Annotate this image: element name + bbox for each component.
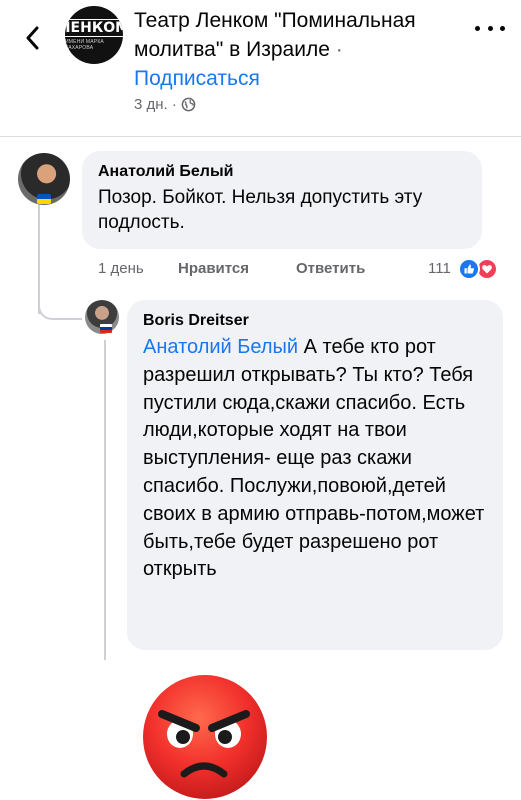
page-logo-subtext: ИМЕНИ МАРКА ЗАХАРОВА bbox=[65, 39, 104, 51]
angry-face-emoji-icon bbox=[143, 675, 267, 799]
page-avatar[interactable]: ЛЕНКОМ ИМЕНИ МАРКА ЗАХАРОВА bbox=[65, 6, 123, 64]
post-title: Театр Ленком "Поминальная молитва" в Изр… bbox=[134, 6, 464, 93]
more-horizontal-icon bbox=[500, 25, 505, 31]
header-divider bbox=[0, 136, 521, 137]
reply-button[interactable]: Ответить bbox=[296, 260, 365, 277]
thread-connector bbox=[38, 298, 82, 320]
russia-flag-icon bbox=[100, 324, 112, 333]
ukraine-flag-icon bbox=[37, 194, 51, 204]
chevron-left-icon bbox=[26, 26, 39, 50]
page-logo-text: ЛЕНКОМ bbox=[65, 19, 123, 37]
more-horizontal-icon bbox=[475, 25, 480, 31]
mention-link[interactable]: Анатолий Белый bbox=[143, 336, 298, 358]
reply-text: А тебе кто рот разрешил открывать? Ты кт… bbox=[143, 336, 485, 581]
like-reaction-icon[interactable] bbox=[458, 258, 480, 280]
back-button[interactable] bbox=[18, 24, 46, 52]
post-header: ЛЕНКОМ ИМЕНИ МАРКА ЗАХАРОВА Театр Ленком… bbox=[0, 0, 521, 136]
more-horizontal-icon bbox=[487, 25, 493, 31]
comment-text: Позор. Бойкот. Нельзя допустить эту подл… bbox=[98, 187, 423, 233]
like-button[interactable]: Нравится bbox=[178, 260, 249, 277]
title-separator: · bbox=[329, 38, 343, 61]
page-name[interactable]: Театр Ленком "Поминальная молитва" в Изр… bbox=[134, 9, 416, 61]
globe-icon bbox=[181, 97, 196, 112]
post-time[interactable]: 3 дн. · bbox=[134, 96, 177, 113]
more-options-button[interactable] bbox=[475, 20, 505, 36]
thread-line bbox=[104, 340, 106, 660]
reaction-count[interactable]: 111 bbox=[428, 260, 451, 277]
reply-bubble: Boris Dreitser Анатолий Белый А тебе кто… bbox=[127, 300, 503, 650]
comment-bubble: Анатолий Белый Позор. Бойкот. Нельзя доп… bbox=[82, 151, 482, 249]
comment-actions: 1 день Нравится Ответить 111 bbox=[98, 258, 508, 280]
comment-author[interactable]: Анатолий Белый bbox=[98, 161, 466, 183]
comment-text: Анатолий Белый А тебе кто рот разрешил о… bbox=[143, 334, 487, 584]
comment-author[interactable]: Boris Dreitser bbox=[143, 310, 487, 332]
comment-time[interactable]: 1 день bbox=[98, 260, 144, 277]
post-meta: 3 дн. · bbox=[134, 96, 196, 113]
subscribe-link[interactable]: Подписаться bbox=[134, 67, 260, 90]
